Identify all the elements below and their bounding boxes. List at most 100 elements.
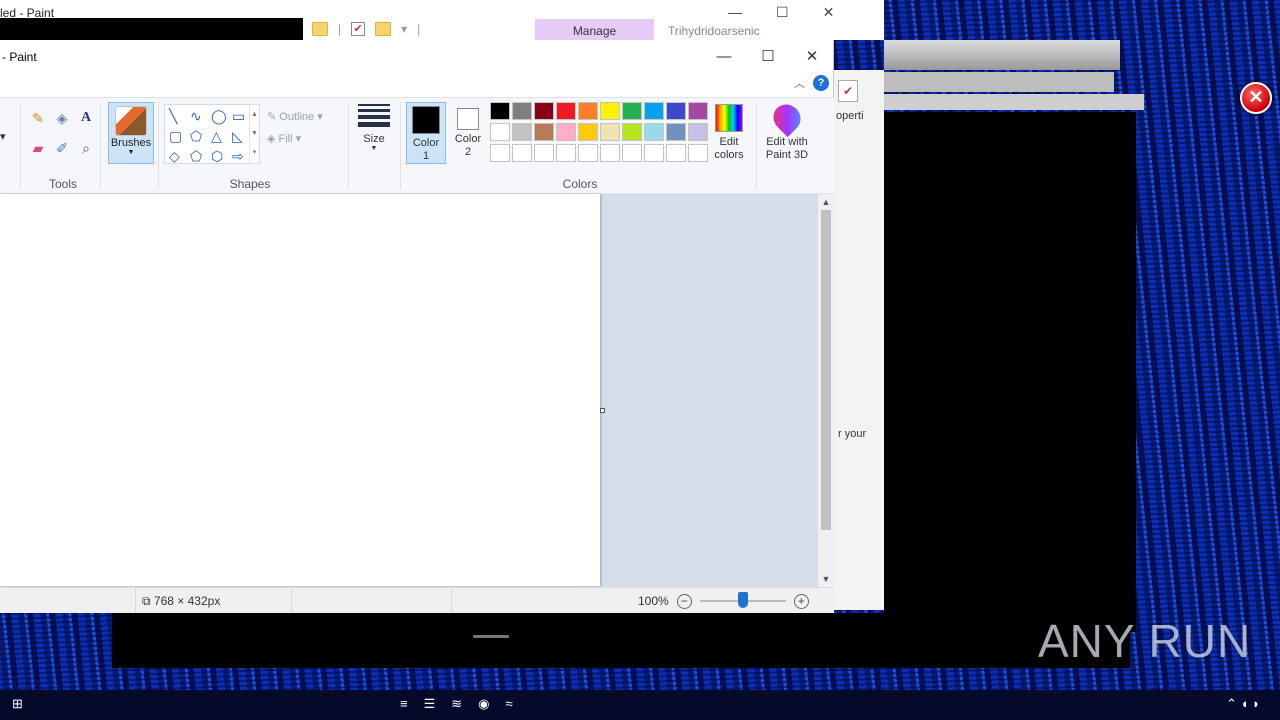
status-bar: ⧉ 768 × 432px 100% − +: [0, 587, 834, 614]
line-shape-icon[interactable]: ╲: [169, 108, 189, 125]
drag-handle: [473, 635, 509, 638]
scroll-thumb[interactable]: [821, 210, 831, 530]
palette-swatch[interactable]: [688, 123, 708, 141]
brushes-button[interactable]: Brushes ▼: [108, 102, 154, 164]
chevron-down-icon: ▼: [370, 145, 378, 152]
properties-check-icon[interactable]: ✔: [351, 22, 366, 36]
canvas-resize-handle[interactable]: [600, 408, 605, 413]
eraser-icon[interactable]: ▰: [28, 138, 48, 158]
maximize-icon[interactable]: ☐: [776, 4, 789, 21]
zoom-slider-thumb[interactable]: [737, 592, 748, 608]
help-icon[interactable]: ?: [813, 75, 829, 91]
minimize-icon[interactable]: —: [728, 4, 742, 21]
size-button[interactable]: Size ▼: [355, 104, 393, 152]
palette-swatch[interactable]: [644, 102, 664, 120]
taskbar-app-icon[interactable]: ≈: [506, 696, 513, 712]
palette-swatch[interactable]: [688, 102, 708, 120]
palette-swatch[interactable]: [556, 123, 576, 141]
dropdown-icon[interactable]: ▾: [401, 22, 407, 36]
black-window: [884, 112, 1136, 632]
tab-manage[interactable]: Manage: [535, 19, 654, 42]
color-palette: [490, 102, 708, 162]
close-button[interactable]: ✕: [801, 46, 823, 68]
palette-swatch[interactable]: [490, 123, 510, 141]
palette-swatch[interactable]: [534, 123, 554, 141]
curve-shape-icon[interactable]: ∿: [190, 108, 210, 125]
minimize-button[interactable]: —: [713, 46, 735, 68]
palette-swatch[interactable]: [556, 102, 576, 120]
text-icon[interactable]: A: [76, 108, 96, 128]
taskbar-app-icon[interactable]: ≡: [400, 696, 408, 712]
zoom-slider[interactable]: [699, 592, 786, 608]
palette-swatch[interactable]: [512, 144, 532, 162]
taskbar-app-icon[interactable]: ☰: [424, 696, 436, 712]
palette-swatch[interactable]: [666, 123, 686, 141]
palette-swatch[interactable]: [666, 144, 686, 162]
palette-swatch[interactable]: [490, 102, 510, 120]
fill-bucket-icon[interactable]: ◈: [52, 108, 72, 128]
palette-swatch[interactable]: [490, 144, 510, 162]
palette-swatch[interactable]: [622, 123, 642, 141]
ghost-window-strip: [884, 40, 1120, 70]
palette-swatch[interactable]: [512, 123, 532, 141]
close-alert-icon[interactable]: ✕: [1240, 82, 1272, 114]
palette-swatch[interactable]: [578, 102, 598, 120]
outline-button[interactable]: ✎ Outline ▾: [267, 106, 323, 128]
shapes-gallery[interactable]: ╲ ∿ ◯ ▭ ▢ ⬠ △ ◺ ◇ ⬠ ⬡ ⇨ ▲ ▼ ▾: [164, 104, 260, 164]
triangle-shape-icon[interactable]: △: [211, 128, 231, 145]
paint3d-icon: [767, 98, 807, 138]
close-icon[interactable]: ✕: [823, 4, 835, 21]
fill-label: Fill: [278, 133, 293, 145]
rounded-rect-shape-icon[interactable]: ▢: [169, 128, 189, 145]
palette-swatch[interactable]: [644, 144, 664, 162]
palette-swatch[interactable]: [688, 144, 708, 162]
shapes-scroll[interactable]: ▲ ▼ ▾: [249, 105, 259, 163]
palette-swatch[interactable]: [556, 144, 576, 162]
palette-swatch[interactable]: [512, 102, 532, 120]
redacted-bar: [0, 18, 303, 42]
palette-swatch[interactable]: [666, 102, 686, 120]
magnifier-icon[interactable]: ⌕: [76, 138, 96, 158]
color1-button[interactable]: Color 1: [406, 102, 446, 164]
scroll-up-icon[interactable]: ▲: [818, 194, 834, 210]
scroll-down-icon[interactable]: ▼: [818, 571, 834, 587]
drawing-canvas[interactable]: [0, 194, 600, 586]
palette-swatch[interactable]: [534, 102, 554, 120]
zoom-in-icon[interactable]: +: [793, 593, 809, 609]
background-explorer-titlebar: led - Paint | ✔ ▾ | Manage Trihydridoars…: [0, 0, 884, 42]
oval-shape-icon[interactable]: ◯: [211, 108, 231, 125]
edit-with-paint3d-button[interactable]: Edit with Paint 3D: [762, 98, 812, 162]
palette-swatch[interactable]: [534, 144, 554, 162]
background-window-buttons: — ☐ ✕: [728, 4, 834, 21]
palette-swatch[interactable]: [644, 123, 664, 141]
collapse-ribbon-icon[interactable]: ︿: [794, 75, 805, 91]
maximize-button[interactable]: ☐: [757, 46, 779, 68]
edit-colors-button[interactable]: Edit colors: [710, 104, 748, 162]
palette-swatch[interactable]: [600, 123, 620, 141]
hexagon-shape-icon[interactable]: ⬡: [211, 148, 231, 165]
fill-button[interactable]: ◈ Fill ▾: [267, 128, 323, 150]
taskbar-app-icon[interactable]: ≋: [451, 696, 462, 712]
palette-swatch[interactable]: [600, 102, 620, 120]
pentagon-shape-icon[interactable]: ⬠: [190, 148, 210, 165]
taskbar-app-icon[interactable]: ◉: [478, 696, 489, 712]
vertical-scrollbar[interactable]: ▲ ▼: [818, 194, 834, 587]
start-icon[interactable]: ⊞: [12, 696, 23, 712]
tray-icons[interactable]: ⌃ ◖ ◗: [1226, 696, 1260, 712]
polygon-shape-icon[interactable]: ⬠: [190, 128, 210, 145]
new-folder-icon[interactable]: [375, 22, 392, 36]
palette-swatch[interactable]: [578, 123, 598, 141]
color-picker-icon[interactable]: ✐: [52, 138, 72, 158]
palette-swatch[interactable]: [578, 144, 598, 162]
color1-swatch: [412, 106, 440, 134]
palette-swatch[interactable]: [622, 144, 642, 162]
palette-swatch[interactable]: [600, 144, 620, 162]
explorer-properties-fragment: operti: [836, 110, 864, 122]
zoom-out-icon[interactable]: −: [676, 593, 692, 609]
diamond-shape-icon[interactable]: ◇: [169, 148, 189, 165]
palette-swatch[interactable]: [622, 102, 642, 120]
color2-button[interactable]: Color 2: [448, 102, 488, 164]
pencil-icon[interactable]: ✎: [28, 108, 48, 128]
folder-icon[interactable]: [312, 22, 328, 36]
select-fragment-icon[interactable]: ▾: [0, 130, 6, 143]
